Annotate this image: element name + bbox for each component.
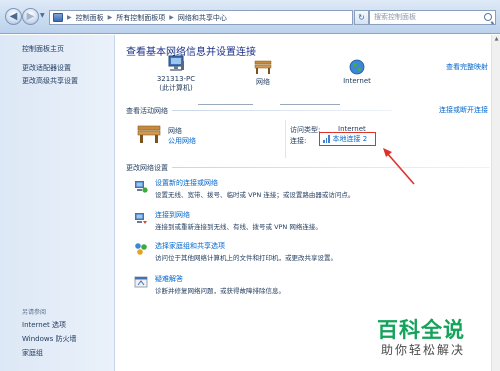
address-bar: ◀ ▶ ▼ ▶ 控制面板 ▶ 所有控制面板项 ▶ 网络和共享中心 ↻ 搜索控制面…	[0, 0, 500, 34]
computer-icon	[168, 55, 184, 71]
nav-link-control-panel-home[interactable]: 控制面板主页	[22, 44, 64, 54]
left-nav-pane: 控制面板主页 更改适配器设置 更改高级共享设置 另请参阅 Internet 选项…	[0, 35, 115, 371]
connect-disconnect-link[interactable]: 连接或断开连接	[439, 105, 488, 115]
access-type-label: 访问类型:	[290, 126, 321, 134]
search-placeholder: 搜索控制面板	[374, 13, 416, 21]
map-link-line	[280, 104, 340, 105]
globe-icon	[349, 59, 365, 75]
see-also-homegroup[interactable]: 家庭组	[22, 348, 43, 358]
connections-label: 连接:	[290, 137, 307, 145]
watermark-slogan: 助你轻松解决	[381, 343, 466, 357]
map-node-computer[interactable]: 321313-PC (此计算机)	[156, 55, 196, 93]
chevron-right-icon: ▶	[169, 14, 174, 21]
bench-icon	[137, 125, 161, 143]
see-also-title: 另请参阅	[22, 309, 47, 316]
task-title[interactable]: 疑难解答	[155, 274, 183, 284]
nav-link-advanced-sharing[interactable]: 更改高级共享设置	[22, 76, 78, 86]
local-connection-link[interactable]: 本地连接 2	[319, 132, 376, 146]
chevron-right-icon: ▶	[107, 14, 113, 21]
task-title[interactable]: 连接到网络	[155, 210, 190, 220]
map-node-network[interactable]: 网络	[248, 59, 278, 87]
map-node-internet[interactable]: Internet	[340, 59, 374, 85]
control-panel-icon	[53, 13, 63, 22]
recent-pages-dropdown[interactable]: ▼	[40, 12, 46, 20]
active-network-name: 网络	[168, 127, 182, 135]
watermark-logo: 百科全说	[377, 318, 465, 342]
task-description: 连接到或重新连接到无线、有线、拨号或 VPN 网络连接。	[155, 223, 322, 231]
divider	[172, 167, 490, 168]
map-link-line	[198, 104, 253, 105]
task-title[interactable]: 选择家庭组和共享选项	[155, 241, 225, 251]
divider	[172, 110, 392, 111]
search-icon[interactable]	[484, 13, 492, 21]
change-settings-header: 更改网络设置	[126, 164, 168, 172]
nav-link-adapter-settings[interactable]: 更改适配器设置	[22, 63, 71, 73]
back-button[interactable]: ◀	[5, 8, 22, 25]
breadcrumb[interactable]: ▶ 控制面板 ▶ 所有控制面板项 ▶ 网络和共享中心	[49, 10, 353, 25]
view-full-map-link[interactable]: 查看完整映射	[446, 62, 488, 72]
network-location-link[interactable]: 公用网络	[168, 136, 196, 146]
see-also-internet-options[interactable]: Internet 选项	[22, 320, 66, 330]
task-description: 访问位于其他网络计算机上的文件和打印机，或更改共享设置。	[155, 254, 337, 262]
troubleshoot-icon	[134, 276, 148, 288]
active-networks-header: 查看活动网络	[126, 107, 168, 115]
refresh-button[interactable]: ↻	[354, 10, 369, 25]
computer-sublabel: (此计算机)	[159, 84, 193, 92]
chevron-right-icon: ▶	[67, 14, 72, 21]
homegroup-icon	[135, 243, 147, 255]
connect-network-icon	[135, 213, 147, 224]
divider	[285, 120, 286, 158]
vertical-scrollbar[interactable]: ▲	[491, 35, 500, 371]
bench-icon	[254, 60, 272, 74]
task-description: 诊断并修复网络问题，或获得故障排除信息。	[155, 287, 285, 295]
task-title[interactable]: 设置新的连接或网络	[155, 178, 218, 188]
local-connection-label: 本地连接 2	[332, 135, 368, 143]
search-input[interactable]: 搜索控制面板	[369, 10, 496, 25]
forward-button[interactable]: ▶	[22, 8, 39, 25]
breadcrumb-all-items[interactable]: 所有控制面板项	[116, 13, 165, 23]
scroll-up-arrow-icon[interactable]: ▲	[493, 36, 500, 44]
breadcrumb-network-center[interactable]: 网络和共享中心	[178, 13, 227, 23]
breadcrumb-control-panel[interactable]: 控制面板	[76, 13, 104, 23]
new-connection-icon	[135, 181, 148, 193]
task-description: 设置无线、宽带、拨号、临时或 VPN 连接；或设置路由器或访问点。	[155, 191, 355, 199]
internet-label: Internet	[343, 77, 371, 85]
network-label: 网络	[256, 78, 270, 86]
signal-bars-icon	[323, 135, 330, 143]
see-also-windows-firewall[interactable]: Windows 防火墙	[22, 334, 76, 344]
computer-name: 321313-PC	[156, 75, 196, 83]
